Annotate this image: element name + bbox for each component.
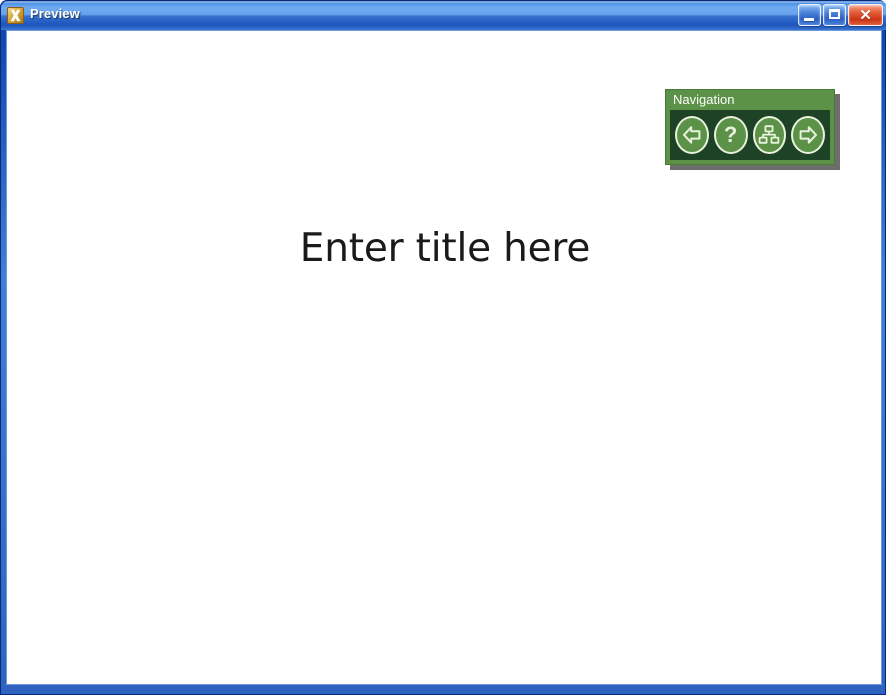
arrow-left-icon: [680, 123, 704, 147]
window-title: Preview: [30, 6, 80, 21]
window-controls: ✕: [798, 4, 883, 26]
maximize-button[interactable]: [823, 4, 846, 26]
navigation-button-group: ?: [670, 110, 830, 160]
nav-help-button[interactable]: ?: [713, 116, 748, 154]
minimize-button[interactable]: [798, 4, 821, 26]
sitemap-icon: [757, 123, 781, 147]
arrow-right-icon: [796, 123, 820, 147]
nav-previous-button[interactable]: [675, 116, 709, 154]
application-window: Preview ✕ Enter title here Navigation ?: [0, 0, 886, 695]
maximize-icon: [829, 9, 840, 19]
navigation-panel-title: Navigation: [666, 90, 834, 110]
nav-next-button[interactable]: [791, 116, 825, 154]
window-titlebar[interactable]: Preview ✕: [1, 1, 886, 30]
slide-title-placeholder[interactable]: Enter title here: [7, 226, 881, 271]
nav-sitemap-button[interactable]: [752, 116, 787, 154]
question-mark-icon: ?: [723, 121, 738, 147]
close-icon: ✕: [859, 6, 872, 24]
preview-canvas: Enter title here Navigation ?: [6, 30, 882, 685]
navigation-panel: Navigation ?: [665, 89, 835, 165]
close-button[interactable]: ✕: [848, 4, 883, 26]
minimize-icon: [804, 18, 814, 21]
app-x-icon: [7, 7, 24, 24]
